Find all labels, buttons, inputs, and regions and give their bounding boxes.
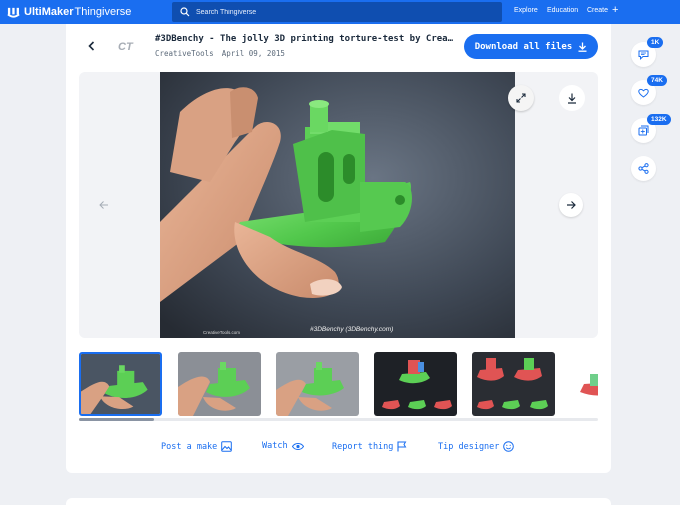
thumbnail-2[interactable]: [178, 352, 261, 416]
back-icon: [88, 41, 95, 51]
back-button[interactable]: [84, 38, 100, 54]
thumbnail-scrollbar[interactable]: [79, 418, 598, 421]
collections-count-badge: 132K: [647, 114, 671, 125]
page-title: #3DBenchy - The jolly 3D printing tortur…: [155, 34, 455, 44]
download-icon: [568, 93, 576, 104]
thumbnail-3[interactable]: [276, 352, 359, 416]
post-make-button[interactable]: Post a make: [161, 441, 233, 452]
comment-icon: [638, 50, 649, 60]
download-all-button[interactable]: Download all files: [464, 34, 598, 59]
logo-brand: UltiMaker: [24, 6, 74, 18]
tip-designer-button[interactable]: Tip designer: [438, 441, 515, 452]
logo-product: Thingiverse: [74, 6, 132, 18]
arrow-right-icon: [567, 201, 576, 209]
image-icon: [221, 441, 233, 452]
thing-meta: CreativeTools April 09, 2015: [155, 49, 285, 58]
arrow-left-icon: [99, 201, 108, 209]
post-make-label: Post a make: [161, 441, 218, 452]
nav-explore[interactable]: Explore: [514, 7, 538, 14]
report-thing-label: Report thing: [332, 441, 394, 452]
report-thing-button[interactable]: Report thing: [332, 441, 407, 452]
scrollbar-thumb[interactable]: [79, 418, 154, 421]
thumbnail-6[interactable]: [570, 352, 598, 416]
thumbnail-image: [374, 352, 457, 416]
comments-count-badge: 1K: [647, 37, 664, 48]
designer-link[interactable]: CreativeTools: [155, 49, 214, 58]
flag-icon: [397, 441, 407, 452]
heart-icon: [638, 88, 649, 98]
thumbnail-4[interactable]: [374, 352, 457, 416]
designer-logo[interactable]: CT: [118, 40, 144, 52]
thumbnail-image: [276, 352, 359, 416]
search-bar[interactable]: [172, 2, 502, 22]
share-icon: [638, 163, 649, 174]
tip-designer-label: Tip designer: [438, 441, 500, 452]
thumbnail-image: [81, 354, 160, 414]
details-card: [66, 498, 611, 505]
photo-credit: CreativeTools.com: [203, 330, 241, 335]
thing-card: CT #3DBenchy - The jolly 3D printing tor…: [66, 24, 611, 473]
thumbnail-5[interactable]: [472, 352, 555, 416]
thumbnail-strip: [79, 351, 598, 417]
collection-icon: [638, 125, 649, 136]
eye-icon: [291, 442, 304, 450]
nav-create-label: Create: [587, 7, 609, 14]
thumbnail-image: [472, 352, 555, 416]
search-input[interactable]: [196, 8, 476, 16]
site-logo[interactable]: UltiMaker Thingiverse: [7, 5, 131, 19]
thumbnail-image: [178, 352, 261, 416]
designer-logo-text: CT: [118, 41, 134, 52]
thumbnail-1[interactable]: [79, 352, 162, 416]
main-photo[interactable]: [160, 72, 515, 338]
download-icon: [578, 42, 587, 52]
gallery-prev-button[interactable]: [95, 196, 113, 214]
publish-date: April 09, 2015: [221, 49, 285, 58]
gallery-viewer: CreativeTools.com #3DBenchy (3DBenchy.co…: [79, 72, 598, 338]
nav-education[interactable]: Education: [547, 7, 578, 14]
plus-icon: +: [612, 4, 619, 16]
ultimaker-logo-icon: [7, 7, 20, 18]
top-bar: UltiMaker Thingiverse Explore Education …: [0, 0, 680, 24]
smile-icon: [503, 441, 515, 452]
likes-count-badge: 74K: [647, 75, 667, 86]
download-all-label: Download all files: [474, 41, 573, 52]
watch-button[interactable]: Watch: [262, 441, 304, 451]
gallery-next-button[interactable]: [559, 193, 583, 217]
nav-create[interactable]: Create +: [587, 4, 619, 16]
expand-icon: [516, 93, 526, 103]
share-button[interactable]: [631, 156, 656, 181]
download-image-button[interactable]: [559, 85, 585, 111]
search-icon: [180, 7, 190, 17]
thumbnail-image: [570, 352, 598, 416]
photo-caption: #3DBenchy (3DBenchy.com): [310, 326, 394, 333]
watch-label: Watch: [262, 441, 288, 451]
fullscreen-button[interactable]: [508, 85, 534, 111]
